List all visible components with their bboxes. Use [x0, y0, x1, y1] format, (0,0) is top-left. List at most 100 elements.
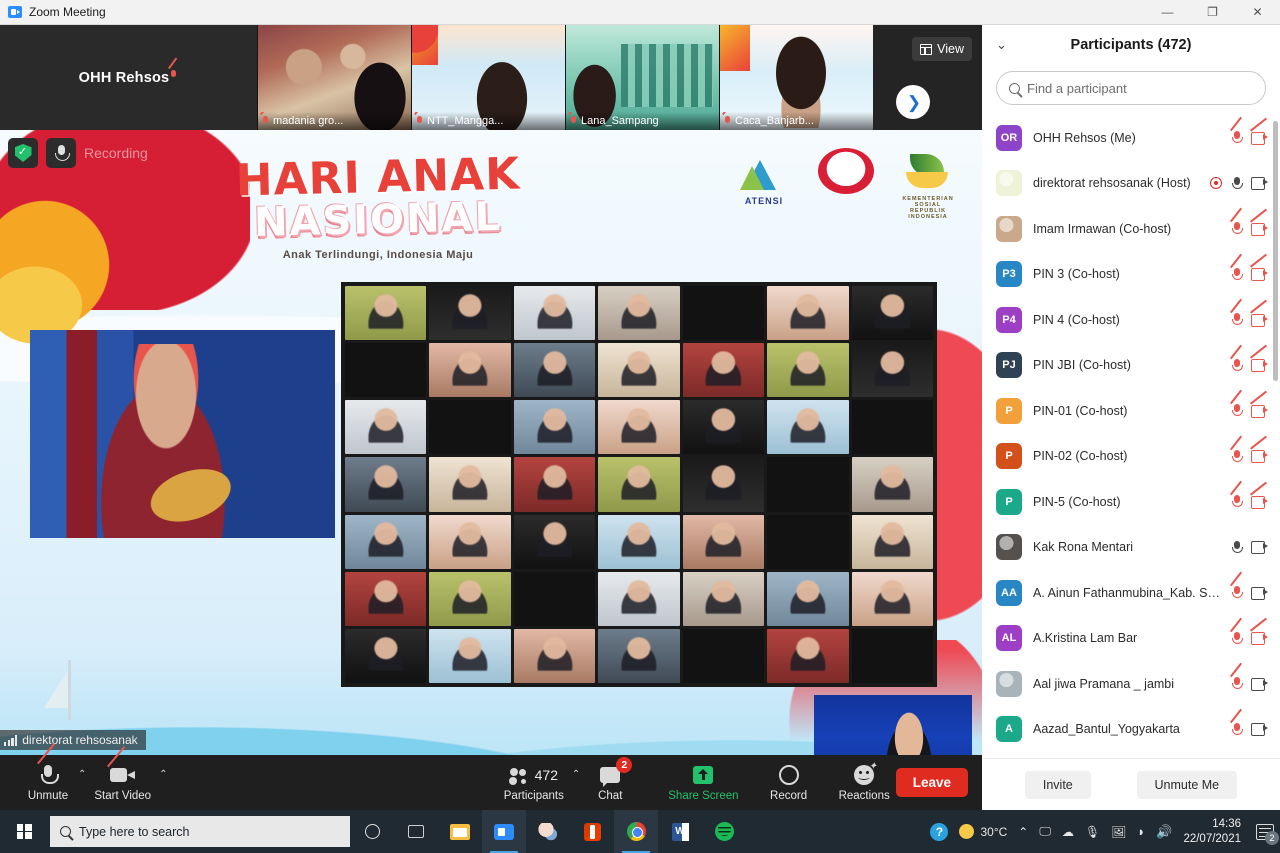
search-box[interactable] [996, 71, 1266, 105]
camera-off-icon[interactable] [1250, 117, 1268, 145]
gallery-tile-label [431, 389, 508, 396]
self-video-tile[interactable]: OHH Rehsos [0, 25, 257, 130]
chevron-down-icon[interactable]: ⌄ [996, 37, 1007, 53]
action-center-button[interactable]: 2 [1256, 823, 1279, 845]
camera-off-icon[interactable] [1250, 208, 1268, 236]
mic-off-icon[interactable] [1230, 253, 1243, 282]
thumbnail-label: madania gro... [258, 112, 411, 130]
weather-widget[interactable]: 30°C [959, 824, 1007, 839]
participant-row[interactable]: A Aazad_Bantul_Yogyakarta [982, 707, 1280, 753]
taskbar-search[interactable]: Type here to search [50, 816, 350, 847]
participants-scrollbar[interactable] [1273, 121, 1278, 381]
camera-on-icon[interactable] [1251, 177, 1268, 191]
participant-row[interactable]: AL A.Kristina Lam Bar [982, 616, 1280, 662]
start-video-button[interactable]: Start Video [88, 745, 157, 810]
filmstrip-next-button[interactable]: ❯ [896, 85, 930, 119]
mic-off-icon[interactable] [1230, 344, 1243, 373]
onedrive-icon[interactable]: ☁ [1062, 825, 1074, 839]
mic-off-icon[interactable] [1230, 617, 1243, 646]
mic-off-icon[interactable] [1230, 708, 1243, 737]
mute-button[interactable]: Unmute [20, 743, 76, 810]
invite-button[interactable]: Invite [1024, 770, 1091, 799]
mic-badge[interactable] [46, 138, 76, 168]
restore-button[interactable]: ❐ [1190, 0, 1235, 25]
participant-row[interactable]: P PIN-5 (Co-host) [982, 479, 1280, 525]
search-input[interactable] [1027, 80, 1253, 96]
display-icon[interactable]: 🖼 [1111, 825, 1126, 839]
taskbar-app-spotify[interactable] [702, 810, 746, 853]
leave-button[interactable]: Leave [895, 768, 968, 797]
mic-off-icon[interactable] [1230, 116, 1243, 145]
camera-on-icon[interactable] [1251, 541, 1268, 555]
participant-row[interactable]: P4 PIN 4 (Co-host) [982, 297, 1280, 343]
participant-row[interactable]: OR OHH Rehsos (Me) [982, 115, 1280, 161]
filmstrip-thumbnail[interactable]: madania gro... [257, 25, 411, 130]
video-options-caret[interactable]: ⌃ [159, 769, 167, 780]
participant-row[interactable]: PJ PIN JBI (Co-host) [982, 343, 1280, 389]
gallery-tile-label [769, 389, 846, 396]
security-badge[interactable] [8, 138, 38, 168]
camera-off-icon[interactable] [1250, 435, 1268, 464]
mic-off-icon[interactable] [1230, 298, 1243, 327]
participant-row[interactable]: Aal jiwa Pramana _ jambi [982, 661, 1280, 707]
taskbar-app-zoom[interactable] [482, 810, 526, 853]
taskbar-app-chrome[interactable] [614, 810, 658, 853]
zoom-tray-icon[interactable]: 🖵 [1039, 824, 1051, 839]
mic-on-icon[interactable] [1231, 540, 1243, 555]
camera-on-icon[interactable] [1251, 677, 1268, 691]
share-screen-button[interactable]: Share Screen [662, 755, 744, 810]
microphone-tray-icon[interactable]: 🎙 [1085, 825, 1100, 839]
filmstrip-thumbnail[interactable]: Lana_Sampang [565, 25, 719, 130]
taskbar-app-word[interactable]: W [658, 810, 702, 853]
gallery-tile-label [769, 446, 846, 453]
participant-row[interactable]: AA A. Ainun Fathanmubina_Kab. Sa... [982, 570, 1280, 616]
mic-off-icon[interactable] [1230, 571, 1243, 600]
camera-off-icon[interactable] [1250, 253, 1268, 282]
gallery-tile [682, 571, 765, 626]
participants-caret[interactable]: ⌃ [572, 769, 580, 780]
camera-on-icon[interactable] [1251, 586, 1268, 600]
participant-row[interactable]: P PIN-01 (Co-host) [982, 388, 1280, 434]
taskbar-app-paint[interactable] [526, 810, 570, 853]
minimize-button[interactable]: — [1145, 0, 1190, 25]
filmstrip-thumbnail[interactable]: Caca_Banjarb... [719, 25, 873, 130]
mic-off-icon[interactable] [1230, 480, 1243, 509]
record-button[interactable]: Record [761, 755, 817, 810]
start-button[interactable] [0, 810, 48, 853]
task-view-button[interactable] [394, 810, 438, 853]
help-button[interactable]: ? [930, 822, 949, 841]
camera-off-icon[interactable] [1250, 344, 1268, 373]
view-button[interactable]: View [912, 37, 972, 61]
camera-off-icon[interactable] [1250, 617, 1268, 646]
participant-row[interactable]: direktorat rehsosanak (Host) [982, 161, 1280, 207]
reactions-button[interactable]: ✦ Reactions [833, 755, 896, 810]
mic-on-icon[interactable] [1231, 176, 1243, 191]
participants-button[interactable]: 472 Participants [498, 755, 570, 810]
wifi-icon[interactable]: ◗ [1137, 824, 1145, 839]
clock[interactable]: 14:36 22/07/2021 [1183, 817, 1241, 845]
taskbar-app-file-explorer[interactable] [438, 810, 482, 853]
camera-off-icon[interactable] [1250, 481, 1268, 509]
participant-row[interactable]: Imam Irmawan (Co-host) [982, 206, 1280, 252]
taskbar-app-office[interactable] [570, 810, 614, 853]
cortana-button[interactable] [350, 810, 394, 853]
tray-overflow-button[interactable]: ⌃ [1018, 825, 1028, 839]
mic-off-icon[interactable] [1230, 207, 1243, 236]
participants-list[interactable]: OR OHH Rehsos (Me) direktorat rehsosanak (… [982, 115, 1280, 758]
close-button[interactable]: ✕ [1235, 0, 1280, 25]
speaker-icon[interactable]: 🔊 [1156, 824, 1172, 840]
chat-button[interactable]: 2 Chat [582, 755, 638, 810]
mic-off-icon[interactable] [1230, 389, 1243, 418]
participant-row[interactable]: P3 PIN 3 (Co-host) [982, 252, 1280, 298]
camera-off-icon[interactable] [1250, 390, 1268, 418]
camera-on-icon[interactable] [1251, 723, 1268, 737]
audio-options-caret[interactable]: ⌃ [78, 769, 86, 780]
participant-status-icons [1230, 480, 1268, 509]
participant-row[interactable]: Kak Rona Mentari [982, 525, 1280, 571]
mic-off-icon[interactable] [1230, 435, 1243, 464]
camera-off-icon[interactable] [1250, 299, 1268, 327]
mic-off-icon[interactable] [1230, 662, 1243, 691]
unmute-me-button[interactable]: Unmute Me [1136, 770, 1238, 799]
participant-row[interactable]: P PIN-02 (Co-host) [982, 434, 1280, 480]
filmstrip-thumbnail[interactable]: NTT_Mangga... [411, 25, 565, 130]
